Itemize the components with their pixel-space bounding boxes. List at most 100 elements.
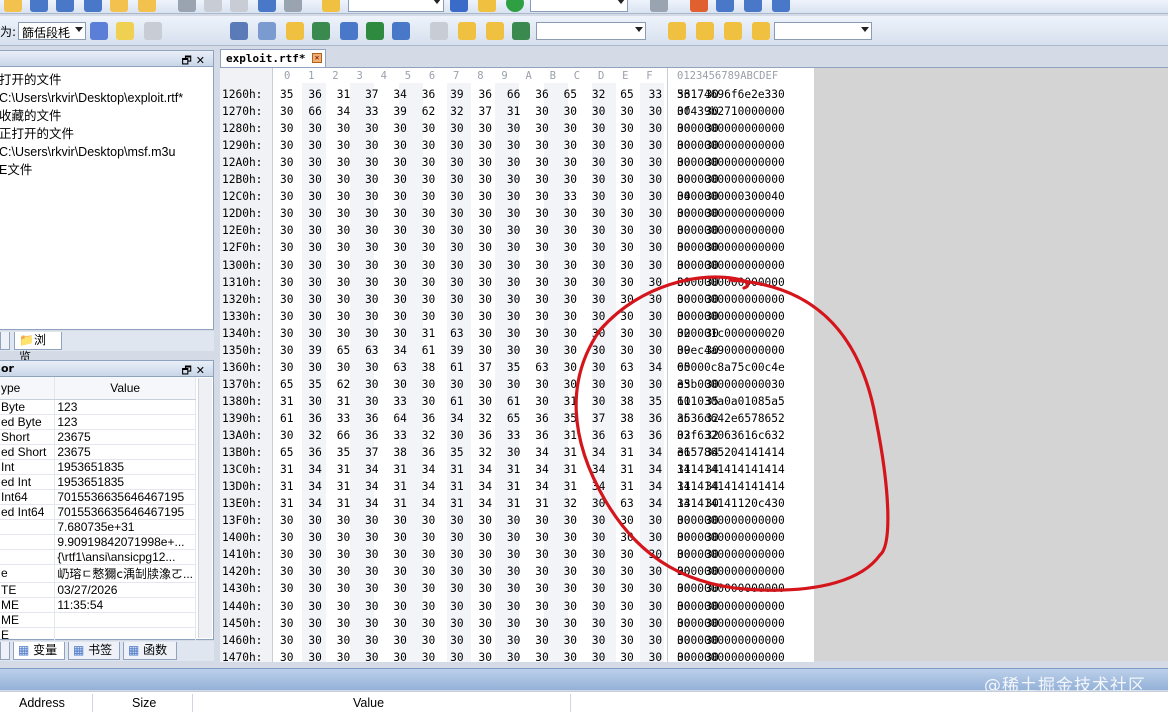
file-item[interactable]: 打开的文件 (0, 71, 213, 89)
script-combo[interactable] (774, 22, 872, 40)
row-hex-bytes[interactable]: 30 30 30 30 30 30 30 30 30 30 30 30 30 3… (280, 529, 719, 546)
save-all-icon[interactable] (84, 0, 102, 12)
inspector-value[interactable]: 1953651835 (54, 474, 196, 490)
row-hex-bytes[interactable]: 30 32 66 36 33 32 30 36 33 36 31 36 63 3… (280, 427, 719, 444)
find-next-icon[interactable] (478, 0, 496, 12)
move-up-icon[interactable] (772, 0, 790, 12)
inspector-value[interactable]: 1953651835 (54, 459, 196, 475)
row-hex-bytes[interactable]: 30 30 30 30 30 30 30 30 30 30 30 30 30 3… (280, 257, 719, 274)
inspector-row[interactable]: Byte 123 (0, 399, 196, 415)
inspector-value[interactable]: 屷瑢ㄷ慗獮ⅽ渪㓡牍潒ㄛ... (54, 564, 196, 583)
row-hex-bytes[interactable]: 35 36 31 37 34 36 39 36 66 36 65 32 65 3… (280, 86, 719, 103)
row-ascii[interactable]: 141414141120c430 (677, 495, 785, 512)
row-hex-bytes[interactable]: 30 39 65 63 34 61 39 30 30 30 30 30 30 3… (280, 342, 719, 359)
row-hex-bytes[interactable]: 31 30 31 30 33 30 61 30 61 30 31 30 38 3… (280, 393, 719, 410)
row-ascii[interactable]: 0000000000000000 (677, 615, 785, 632)
row-hex-bytes[interactable]: 30 30 30 30 30 30 30 30 30 30 30 30 30 3… (280, 649, 719, 662)
inspector-value[interactable]: 23675 (54, 444, 196, 460)
inspector-value[interactable]: 03/27/2026 (54, 582, 196, 598)
row-hex-bytes[interactable]: 30 30 30 30 30 30 30 30 30 30 30 30 30 3… (280, 546, 719, 563)
open-folder-icon[interactable] (4, 0, 22, 12)
replace-icon[interactable] (450, 0, 468, 12)
inspector-row[interactable]: Short 23675 (0, 429, 196, 445)
row-hex-bytes[interactable]: 30 30 30 30 30 31 63 30 30 30 30 30 30 3… (280, 325, 719, 342)
row-ascii[interactable]: 0000000000000000 (677, 137, 785, 154)
row-hex-bytes[interactable]: 30 30 30 30 30 30 30 30 30 30 30 30 30 3… (280, 308, 719, 325)
row-hex-bytes[interactable]: 30 30 30 30 30 30 30 30 30 30 30 30 30 3… (280, 563, 719, 580)
print-icon[interactable] (650, 0, 668, 12)
encoding-select[interactable]: 篩佸段枆 (18, 22, 86, 40)
inspector-value[interactable]: 7015536635646467195 (54, 504, 196, 520)
row-hex-bytes[interactable]: 30 30 30 30 30 30 30 30 30 30 30 30 30 3… (280, 615, 719, 632)
col-value[interactable]: Value (353, 696, 384, 710)
row-ascii[interactable]: 0000000000000000 (677, 274, 785, 291)
row-ascii[interactable]: 0000000000000000 (677, 291, 785, 308)
row-hex-bytes[interactable]: 30 30 30 30 30 30 30 30 30 30 30 30 30 3… (280, 239, 719, 256)
inspector-row[interactable]: E (0, 627, 196, 643)
hex-view[interactable]: 0 1 2 3 4 5 6 7 8 9 A B C D E F 0123456789ABCDEF 1260h: 3… (220, 68, 814, 662)
row-ascii[interactable]: 1414141414141414 (677, 478, 785, 495)
histogram-icon[interactable] (340, 22, 358, 40)
inspector-value[interactable] (54, 627, 196, 643)
run-template-icon[interactable] (512, 22, 530, 40)
script-list-icon[interactable] (752, 22, 770, 40)
row-ascii[interactable]: 00000c8a75c00c4e (677, 359, 785, 376)
panel-buttons[interactable]: 🗗✕ (181, 52, 209, 71)
row-hex-bytes[interactable]: 30 30 30 30 30 30 30 30 30 30 30 30 30 3… (280, 274, 719, 291)
find-icon[interactable] (322, 0, 340, 12)
goto-combo[interactable] (530, 0, 628, 12)
inspector-value[interactable]: {\rtf1\ansi\ansicpg12... (54, 549, 196, 565)
row-ascii[interactable]: 0000000000000000 (677, 171, 785, 188)
paste-icon[interactable] (230, 0, 248, 12)
undo-icon[interactable] (258, 0, 276, 12)
folder-icon[interactable] (110, 0, 128, 12)
find-combo[interactable] (348, 0, 444, 12)
edit-script-icon[interactable] (696, 22, 714, 40)
document-tab[interactable]: exploit.rtf* ✕ (220, 49, 326, 67)
row-hex-bytes[interactable]: 30 30 30 30 30 30 30 30 30 30 30 30 30 3… (280, 137, 719, 154)
row-hex-bytes[interactable]: 30 30 30 30 30 30 30 30 30 30 30 30 30 3… (280, 205, 719, 222)
tools-icon[interactable] (312, 22, 330, 40)
inspector-value[interactable] (54, 612, 196, 628)
row-hex-bytes[interactable]: 31 34 31 34 31 34 31 34 31 34 31 34 31 3… (280, 461, 719, 478)
row-ascii[interactable]: 0000000000000000 (677, 239, 785, 256)
template-combo[interactable] (536, 22, 646, 40)
calculator-icon[interactable] (230, 22, 248, 40)
open-script-icon[interactable] (668, 22, 686, 40)
row-ascii[interactable]: 101030a0a01085a5 (677, 393, 785, 410)
inspector-row[interactable]: TE 03/27/2026 (0, 582, 196, 598)
edit-template-icon[interactable] (486, 22, 504, 40)
row-hex-bytes[interactable]: 30 30 30 30 30 30 30 30 30 30 30 30 30 3… (280, 291, 719, 308)
col-size[interactable]: Size (132, 696, 156, 710)
inspector-row[interactable]: e 屷瑢ㄷ慗獮ⅽ渪㓡牍潒ㄛ... (0, 564, 196, 583)
row-ascii[interactable]: 09ec4a9000000000 (677, 342, 785, 359)
inspector-row[interactable]: Int 1953651835 (0, 459, 196, 475)
inspector-row[interactable]: 9.90919842071998e+... (0, 534, 196, 550)
tab-variables[interactable]: ▦ 变量 (13, 642, 65, 660)
inspector-row[interactable]: ed Short 23675 (0, 444, 196, 460)
row-ascii[interactable]: a636d642e6578652 (677, 410, 785, 427)
cut-icon[interactable] (178, 0, 196, 12)
row-hex-bytes[interactable]: 30 30 30 30 30 30 30 30 30 30 30 30 30 3… (280, 580, 719, 597)
inspector-value[interactable]: 123 (54, 399, 196, 415)
row-hex-bytes[interactable]: 30 30 30 30 30 30 30 30 30 30 30 30 30 3… (280, 632, 719, 649)
checklist-icon[interactable] (716, 0, 734, 12)
row-hex-bytes[interactable]: 30 30 30 30 30 30 30 30 30 30 30 30 30 3… (280, 120, 719, 137)
row-ascii[interactable]: 0000000000000000 (677, 598, 785, 615)
tab-bookmarks[interactable]: ▦ 书签 (68, 642, 120, 660)
tab-files[interactable] (0, 332, 10, 350)
row-hex-bytes[interactable]: 31 34 31 34 31 34 31 34 31 31 32 30 63 3… (280, 495, 719, 512)
row-ascii[interactable]: 0000000000000000 (677, 308, 785, 325)
row-ascii[interactable]: 0000000000000000 (677, 222, 785, 239)
row-ascii[interactable]: 0000000000000000 (677, 563, 785, 580)
inspector-scrollbar[interactable] (198, 378, 212, 638)
file-item[interactable]: C:\Users\rkvir\Desktop\msf.m3u (0, 143, 213, 161)
inspector-value[interactable]: 23675 (54, 429, 196, 445)
row-ascii[interactable]: e657865204141414 (677, 444, 785, 461)
row-hex-bytes[interactable]: 30 30 30 30 30 30 30 30 30 30 30 30 30 3… (280, 222, 719, 239)
highlight-icon[interactable] (116, 22, 134, 40)
row-hex-bytes[interactable]: 30 30 30 30 30 30 30 30 30 30 33 30 30 3… (280, 188, 719, 205)
row-hex-bytes[interactable]: 30 30 30 30 30 30 30 30 30 30 30 30 30 3… (280, 171, 719, 188)
file-item[interactable]: 收藏的文件 (0, 107, 213, 125)
file-item[interactable]: 正打开的文件 (0, 125, 213, 143)
